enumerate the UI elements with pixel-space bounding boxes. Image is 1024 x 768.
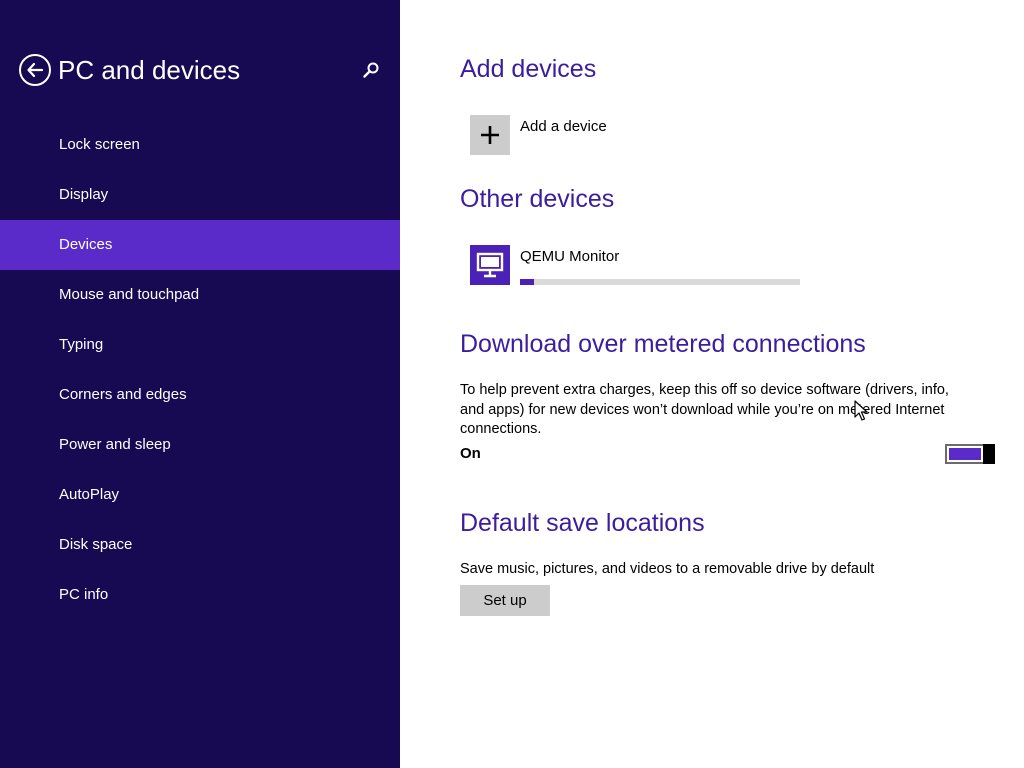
sidebar-item-power-and-sleep[interactable]: Power and sleep <box>0 420 400 470</box>
save-locations-description: Save music, pictures, and videos to a re… <box>460 561 875 577</box>
sidebar-item-autoplay[interactable]: AutoPlay <box>0 470 400 520</box>
sidebar: PC and devices Lock screen Display Devic… <box>0 0 400 768</box>
save-locations-heading: Default save locations <box>460 509 705 537</box>
metered-heading: Download over metered connections <box>460 330 866 358</box>
metered-toggle-track <box>949 448 981 460</box>
setup-button[interactable]: Set up <box>460 585 550 616</box>
sidebar-item-corners-and-edges[interactable]: Corners and edges <box>0 370 400 420</box>
sidebar-item-pc-info[interactable]: PC info <box>0 570 400 620</box>
sidebar-item-display[interactable]: Display <box>0 170 400 220</box>
metered-toggle-thumb[interactable] <box>983 444 995 464</box>
monitor-icon <box>476 252 504 278</box>
sidebar-item-mouse-and-touchpad[interactable]: Mouse and touchpad <box>0 270 400 320</box>
device-install-progress-fill <box>520 279 534 285</box>
back-button[interactable] <box>19 54 51 86</box>
page-title: PC and devices <box>58 55 241 85</box>
main-content: Add devices Add a device Other devices Q… <box>400 0 1024 768</box>
mouse-cursor-icon <box>854 400 868 421</box>
sidebar-item-lock-screen[interactable]: Lock screen <box>0 120 400 170</box>
plus-icon <box>481 126 499 144</box>
add-device-label[interactable]: Add a device <box>520 118 607 135</box>
add-device-button[interactable] <box>470 115 510 155</box>
sidebar-item-disk-space[interactable]: Disk space <box>0 520 400 570</box>
search-icon <box>363 62 379 78</box>
search-button[interactable] <box>360 58 382 82</box>
sidebar-item-typing[interactable]: Typing <box>0 320 400 370</box>
device-tile[interactable] <box>470 245 510 285</box>
device-install-progress <box>520 279 800 285</box>
metered-description: To help prevent extra charges, keep this… <box>460 382 949 437</box>
metered-toggle[interactable] <box>945 444 995 464</box>
sidebar-nav: Lock screen Display Devices Mouse and to… <box>0 120 400 620</box>
device-name[interactable]: QEMU Monitor <box>520 248 619 265</box>
other-devices-heading: Other devices <box>460 185 615 213</box>
back-arrow-circle-icon <box>27 62 44 78</box>
metered-toggle-state: On <box>460 445 481 462</box>
sidebar-item-devices[interactable]: Devices <box>0 220 400 270</box>
add-devices-heading: Add devices <box>460 55 597 83</box>
